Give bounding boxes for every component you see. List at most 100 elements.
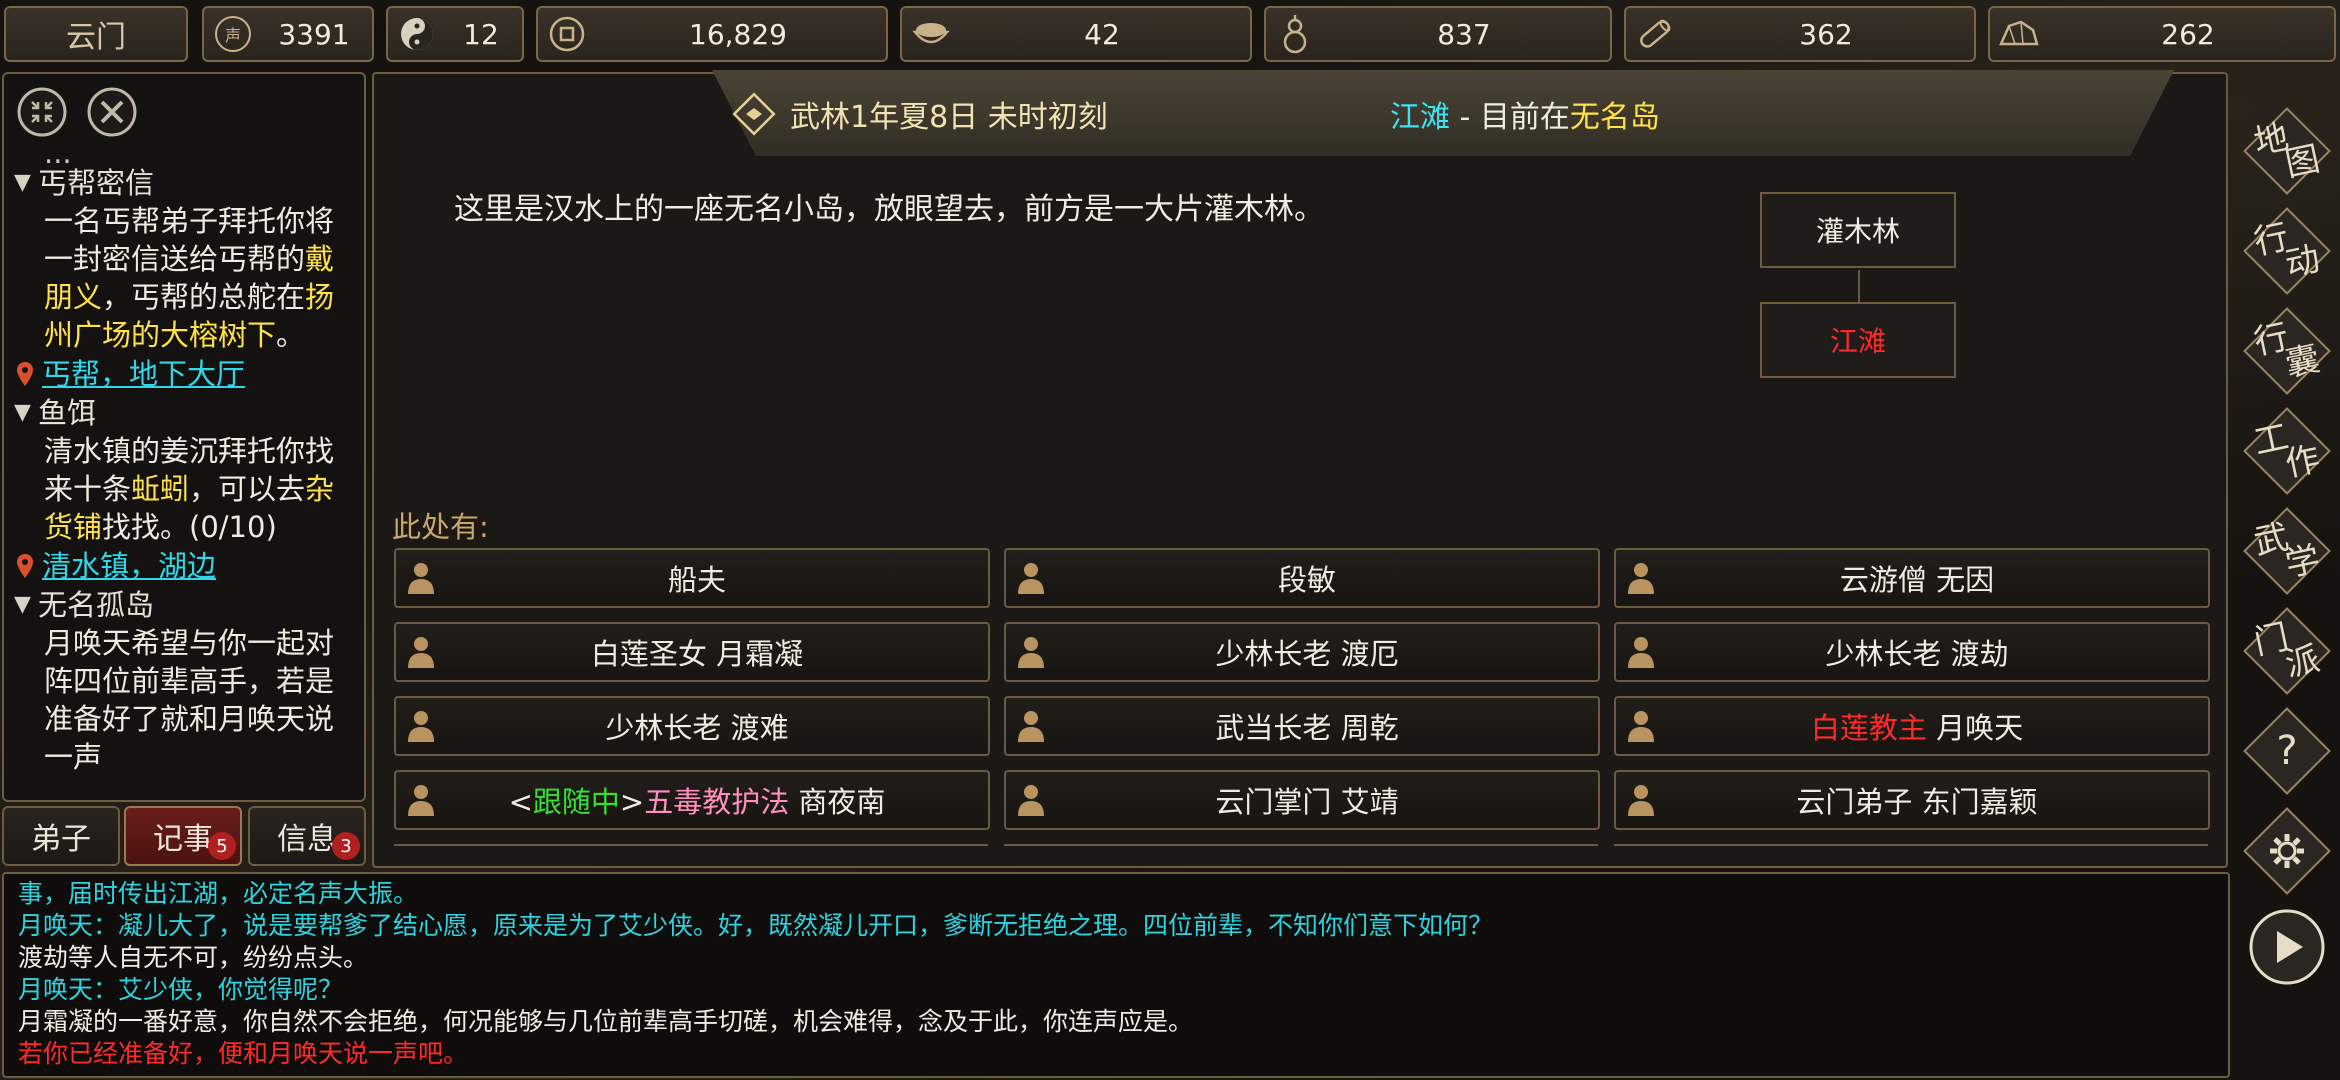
highlight-text: 蚯蚓	[131, 472, 190, 506]
npc-name: <跟随中>五毒教护法 商夜南	[446, 779, 988, 821]
help-button[interactable]: ?	[2243, 707, 2331, 795]
npc-name-part: 跟随中	[532, 785, 620, 819]
npc-name: 白莲圣女 月霜凝	[446, 631, 988, 673]
npc-name-part: 白莲圣女 月霜凝	[590, 637, 804, 671]
tab-label: 信息	[277, 822, 337, 857]
reputation-icon: 声	[210, 11, 256, 57]
text: 一名丐帮弟子拜托你将一封密信送给丐帮的	[44, 204, 335, 276]
npc-entry[interactable]: 云门弟子 东门嘉颖	[1614, 770, 2210, 830]
person-icon	[1006, 772, 1056, 828]
ore-icon	[1996, 11, 2042, 57]
tab-journal[interactable]: 记事 5	[124, 806, 242, 866]
npc-entry[interactable]: 武当长老 周乾	[1004, 696, 1600, 756]
map-button[interactable]: 地图	[2243, 107, 2331, 195]
play-icon	[2249, 909, 2325, 985]
nav-label: 武学	[2251, 514, 2324, 587]
location-pin-icon	[17, 554, 33, 578]
quest-title[interactable]: ▼ 丐帮密信	[4, 164, 364, 202]
nav-label: 地图	[2251, 114, 2324, 187]
ore-value: 262	[2161, 17, 2215, 51]
minimap-connector	[1858, 270, 1860, 302]
person-icon	[396, 550, 446, 606]
minimap-label: 灌木林	[1815, 215, 1900, 248]
person-icon	[1006, 624, 1056, 680]
notification-badge: 3	[332, 832, 360, 860]
npc-entry[interactable]: 船夫	[394, 548, 990, 608]
resource-bar: 云门 声 3391 12 16,829 42 837 362 262	[0, 0, 2340, 68]
person-icon	[1616, 772, 1666, 828]
log-line: 月唤天：凝儿大了，说是要帮爹了结心愿，原来是为了艾少侠。好，既然凝儿开口，爹断无…	[18, 911, 1494, 940]
location-separator: - 目前在	[1450, 100, 1570, 135]
quest-location-link[interactable]: 丐帮，地下大厅	[34, 354, 245, 394]
person-icon	[1616, 624, 1666, 680]
quest-list[interactable]: ... ▼ 丐帮密信 一名丐帮弟子拜托你将一封密信送给丐帮的戴朋义，丐帮的总舵在扬…	[4, 148, 364, 798]
sect-button[interactable]: 门派	[2243, 607, 2331, 695]
nav-label: 行动	[2251, 214, 2324, 287]
sect-name-box[interactable]: 云门	[4, 6, 188, 62]
present-label: 此处有:	[392, 510, 489, 544]
collapse-icon	[17, 87, 67, 137]
quest-description: 一名丐帮弟子拜托你将一封密信送给丐帮的戴朋义，丐帮的总舵在扬州广场的大榕树下。	[4, 202, 364, 354]
tab-messages[interactable]: 信息 3	[248, 806, 366, 866]
npc-entry[interactable]: 云游僧 无因	[1614, 548, 2210, 608]
person-icon	[1616, 550, 1666, 606]
npc-name-part: 云游僧 无因	[1839, 563, 1995, 597]
quest-title-label: 鱼饵	[38, 396, 97, 430]
taiji-icon	[394, 11, 440, 57]
npc-entry[interactable]: 段敏	[1004, 548, 1600, 608]
collapse-button[interactable]	[16, 86, 68, 138]
person-icon	[1616, 698, 1666, 754]
help-icon: ?	[2276, 728, 2298, 774]
close-icon	[87, 87, 137, 137]
quest-location[interactable]: 清水镇，湖边	[4, 546, 364, 586]
npc-entry[interactable]: 云门掌门 艾靖	[1004, 770, 1600, 830]
npc-name-part: 少林长老 渡厄	[1215, 637, 1399, 671]
npc-entry[interactable]: 少林长老 渡难	[394, 696, 990, 756]
tab-disciples[interactable]: 弟子	[2, 806, 120, 866]
tab-label: 记事	[153, 822, 213, 857]
quest-location[interactable]: 丐帮，地下大厅	[4, 354, 364, 394]
nav-label-char: 图	[2281, 138, 2324, 186]
nav-label: 行囊	[2251, 314, 2324, 387]
close-button[interactable]	[86, 86, 138, 138]
npc-entry[interactable]: <跟随中>五毒教护法 商夜南	[394, 770, 990, 830]
settings-button[interactable]	[2243, 807, 2331, 895]
nav-label-char: 作	[2281, 438, 2324, 486]
log-line: 月霜凝的一番好意，你自然不会拒绝，何况能够与几位前辈高手切磋，机会难得，念及于此…	[18, 1007, 1194, 1036]
location-description: 这里是汉水上的一座无名小岛，放眼望去，前方是一大片灌木林。	[454, 192, 1324, 227]
wood-counter: 362	[1624, 6, 1976, 62]
action-button[interactable]: 行动	[2243, 207, 2331, 295]
quest-title[interactable]: ▼ 鱼饵	[4, 394, 364, 432]
martial-arts-button[interactable]: 武学	[2243, 507, 2331, 595]
npc-entry[interactable]: 白莲圣女 月霜凝	[394, 622, 990, 682]
quest-location-link[interactable]: 清水镇，湖边	[34, 546, 216, 586]
log-line: 渡劫等人自无不可，纷纷点头。	[18, 943, 369, 972]
person-icon	[396, 698, 446, 754]
place-name: 无名岛	[1569, 100, 1660, 135]
medicine-counter: 837	[1264, 6, 1612, 62]
minimap-north-node[interactable]: 灌木林	[1760, 192, 1956, 268]
message-log[interactable]: 事，届时传出江湖，必定名声大振。 月唤天：凝儿大了，说是要帮爹了结心愿，原来是为了…	[2, 872, 2230, 1078]
notification-badge: 5	[208, 832, 236, 860]
bag-button[interactable]: 行囊	[2243, 307, 2331, 395]
npc-name-part: 段敏	[1277, 563, 1336, 597]
work-button[interactable]: 工作	[2243, 407, 2331, 495]
gourd-icon	[1272, 11, 1318, 57]
play-button[interactable]	[2246, 906, 2328, 988]
npc-entry[interactable]: 少林长老 渡厄	[1004, 622, 1600, 682]
nav-label: 工作	[2251, 414, 2324, 487]
npc-entry[interactable]: 少林长老 渡劫	[1614, 622, 2210, 682]
rice-bowl-icon	[908, 11, 954, 57]
npc-entry[interactable]: 白莲教主 月唤天	[1614, 696, 2210, 756]
area-name: 江滩	[1390, 100, 1450, 135]
quest-partial-text: ...	[4, 148, 364, 164]
person-icon	[396, 624, 446, 680]
npc-name-part: 云门掌门 艾靖	[1215, 785, 1399, 819]
expand-triangle-icon: ▼	[14, 400, 31, 425]
npc-name: 船夫	[446, 557, 988, 599]
npc-name: 云门掌门 艾靖	[1056, 779, 1598, 821]
coin-counter: 16,829	[536, 6, 888, 62]
quest-title[interactable]: ▼ 无名孤岛	[4, 586, 364, 624]
current-location: 江滩 - 目前在无名岛	[1390, 92, 1660, 136]
svg-text:声: 声	[225, 26, 241, 45]
